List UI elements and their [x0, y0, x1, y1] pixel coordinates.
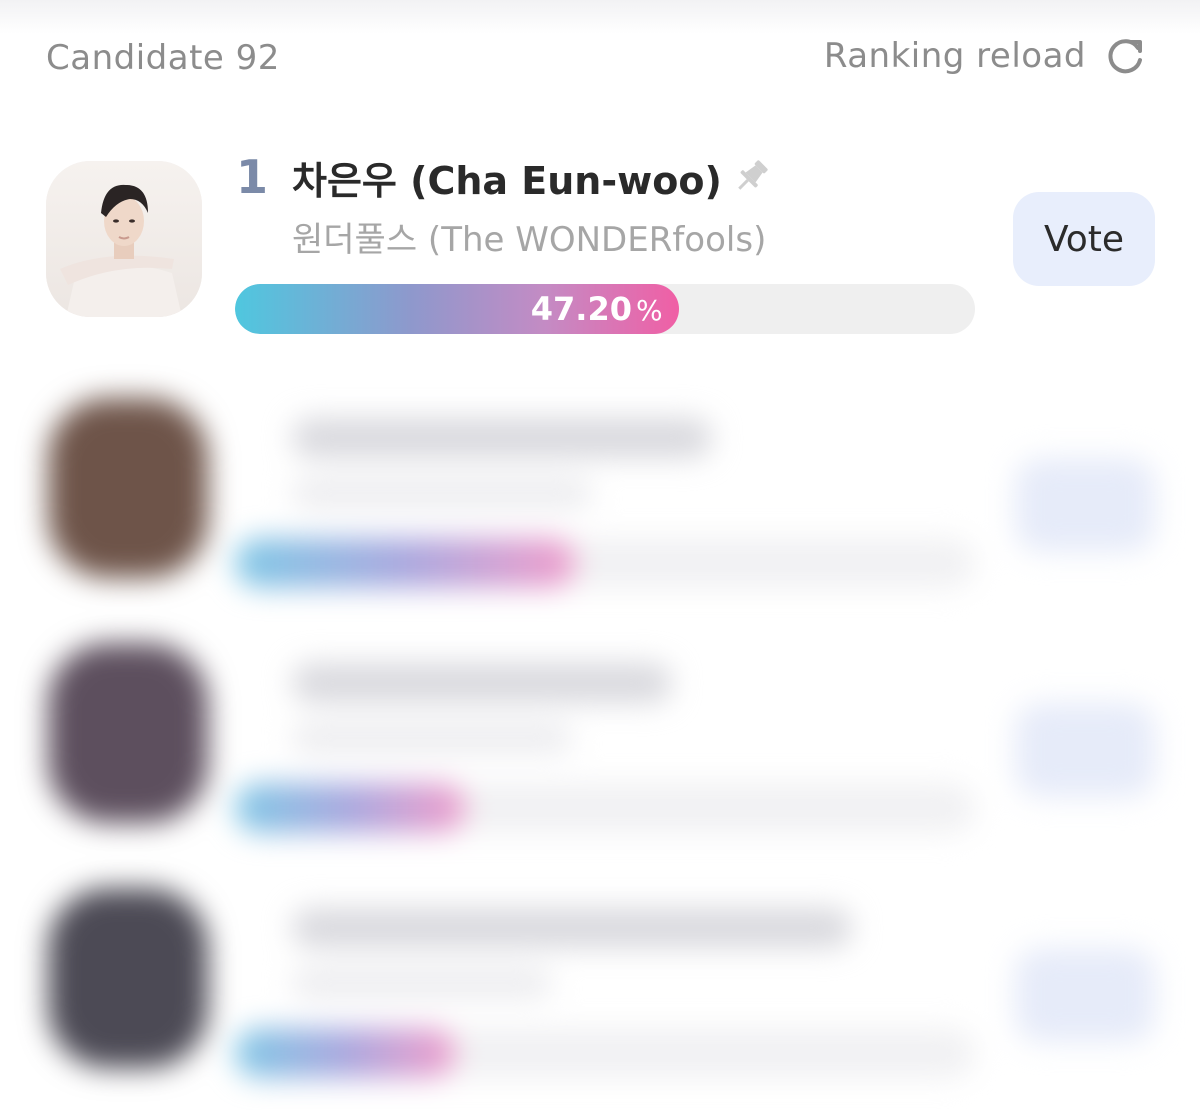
blurred-text — [292, 478, 592, 508]
blurred-ranking-list — [0, 368, 1200, 1110]
vote-percent-symbol: % — [635, 294, 663, 327]
candidate-group: 원더풀스 (The WONDERfools) — [292, 220, 767, 260]
blurred-text — [292, 723, 572, 753]
vote-progress-fill — [235, 783, 465, 833]
vote-button[interactable]: Vote — [1013, 192, 1155, 286]
blurred-text — [292, 418, 712, 458]
vote-progress-fill — [235, 1028, 455, 1078]
avatar — [48, 888, 208, 1068]
ranking-header: Candidate 92 Ranking reload — [46, 34, 1156, 84]
blurred-text — [292, 968, 552, 998]
vote-button[interactable] — [1015, 458, 1155, 552]
avatar — [46, 161, 202, 317]
refresh-icon[interactable] — [1104, 34, 1148, 78]
candidate-name: 차은우 (Cha Eun-woo) — [292, 159, 722, 203]
blurred-text — [292, 908, 852, 948]
vote-button[interactable] — [1015, 703, 1155, 797]
avatar — [48, 398, 208, 578]
blurred-row — [0, 378, 1200, 608]
ranking-reload-label: Ranking reload — [823, 36, 1086, 76]
vote-button[interactable] — [1015, 948, 1155, 1042]
vote-percent-value: 47.20 — [530, 290, 632, 328]
ranking-page: Candidate 92 Ranking reload 1 차은우 (Cha E… — [0, 0, 1200, 1110]
blurred-text — [292, 663, 672, 703]
vote-percent-label: 47.20% — [531, 290, 663, 328]
ranking-row: 1 차은우 (Cha Eun-woo) 원더풀스 (The WONDERfool… — [0, 150, 1200, 365]
candidate-count: Candidate 92 — [46, 38, 280, 78]
top-fade — [0, 0, 1200, 34]
rank-number: 1 — [236, 150, 269, 204]
vote-progress-bar: 47.20% — [235, 284, 975, 334]
ranking-reload-button[interactable]: Ranking reload — [824, 34, 1148, 78]
vote-progress-fill: 47.20% — [235, 284, 679, 334]
blurred-row — [0, 623, 1200, 853]
vote-progress-fill — [235, 538, 575, 588]
blurred-row — [0, 868, 1200, 1098]
avatar — [48, 643, 208, 823]
pin-icon[interactable] — [730, 154, 774, 198]
